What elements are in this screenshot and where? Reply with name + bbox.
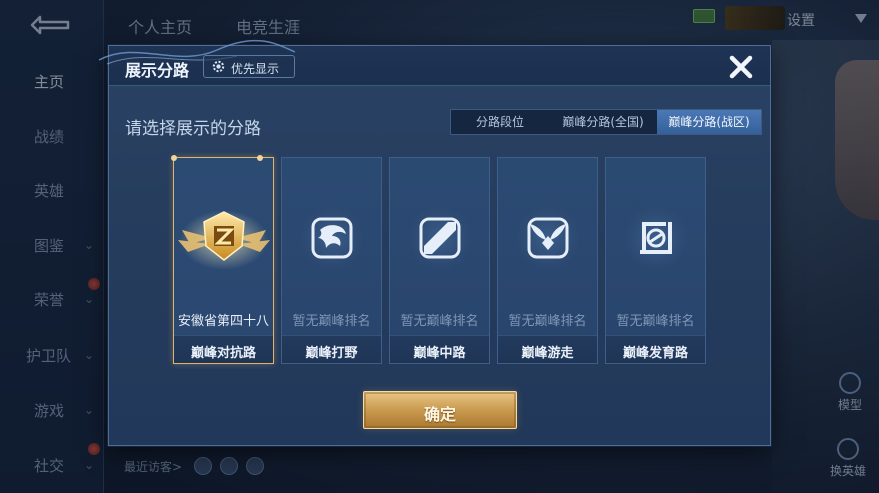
dialog-header: 展示分路 优先显示: [98, 39, 770, 86]
priority-display-button[interactable]: 优先显示: [203, 55, 295, 78]
emblem-container: [624, 206, 688, 270]
lane-card-farm[interactable]: 暂无巅峰排名 巅峰发育路: [605, 157, 706, 364]
rank-text: 暂无巅峰排名: [616, 314, 695, 329]
lane-name-bar: 巅峰对抗路: [174, 335, 273, 363]
dialog-title: 展示分路: [125, 61, 190, 80]
farm-lane-icon: [640, 222, 672, 254]
lane-card-jungle[interactable]: 暂无巅峰排名 巅峰打野: [281, 157, 382, 364]
lane-name-bar: 巅峰中路: [390, 335, 489, 363]
rank-text: 暂无巅峰排名: [508, 314, 587, 329]
tab-lane-rank[interactable]: 分路段位: [451, 110, 549, 134]
lane-name: 巅峰游走: [521, 346, 574, 361]
lane-card-roam[interactable]: 暂无巅峰排名 巅峰游走: [497, 157, 598, 364]
rank-text: 暂无巅峰排名: [292, 314, 371, 329]
lane-name: 巅峰发育路: [622, 346, 688, 361]
dragon-jungle-icon: [311, 217, 353, 259]
corner-marker: [257, 155, 263, 161]
rank-text: 安徽省第四十八: [177, 314, 269, 329]
lane-display-dialog: 展示分路 优先显示 请选择展示的分路 分路段位 巅峰分路(全国) 巅峰分路(战区…: [98, 39, 771, 446]
mid-lane-slash-icon: [419, 217, 461, 259]
gear-icon: [212, 60, 225, 73]
dialog-subtitle: 请选择展示的分路: [125, 119, 261, 139]
lane-name: 巅峰对抗路: [190, 346, 256, 361]
lane-name-bar: 巅峰打野: [282, 335, 381, 363]
emblem-container: [300, 206, 364, 270]
lane-name-bar: 巅峰游走: [498, 335, 597, 363]
emblem-container: [408, 206, 472, 270]
gold-shield-emblem-icon: [178, 210, 270, 270]
close-icon[interactable]: [726, 52, 756, 82]
corner-marker: [171, 155, 177, 161]
lane-card-top[interactable]: 安徽省第四十八 巅峰对抗路: [171, 155, 274, 364]
lane-name-bar: 巅峰发育路: [606, 335, 705, 363]
emblem-container: [516, 206, 580, 270]
wings-support-icon: [527, 217, 569, 259]
lane-name: 巅峰打野: [305, 346, 358, 361]
confirm-button[interactable]: 确定: [363, 391, 517, 429]
tab-peak-lane-national[interactable]: 巅峰分路(全国): [549, 110, 657, 134]
lane-name: 巅峰中路: [413, 346, 466, 361]
lane-type-segmented-control: 分路段位 巅峰分路(全国) 巅峰分路(战区): [450, 109, 762, 135]
lane-card-mid[interactable]: 暂无巅峰排名 巅峰中路: [389, 157, 490, 364]
tab-peak-lane-region[interactable]: 巅峰分路(战区): [657, 110, 761, 134]
rank-text: 暂无巅峰排名: [400, 314, 479, 329]
